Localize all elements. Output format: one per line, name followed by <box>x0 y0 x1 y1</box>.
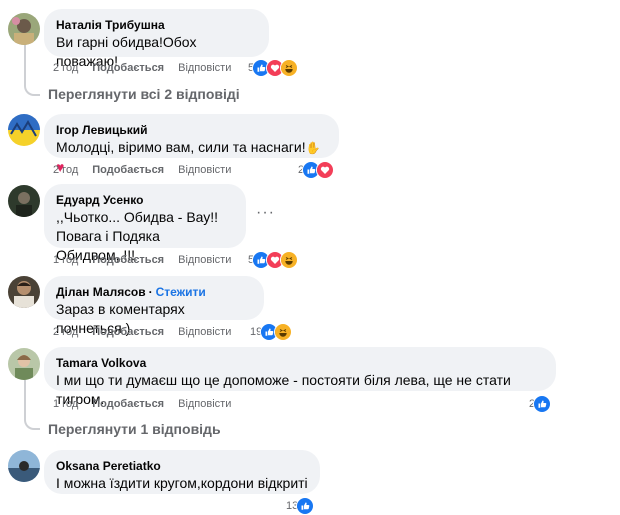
reactions[interactable]: 5 <box>248 251 299 269</box>
love-reaction-icon <box>316 161 335 179</box>
comment-bubble: Ділан Малясов · Стежити Зараз в коментарях… <box>44 276 264 336</box>
comment-actions: 2 год Подобається Відповісти <box>53 60 245 76</box>
reply-button[interactable]: Відповісти <box>178 62 231 74</box>
avatar[interactable] <box>8 276 40 308</box>
reply-button[interactable]: Відповісти <box>178 398 231 410</box>
comment-bubble: Ігор Левицький Молодці, віримо вам, сили… <box>44 114 339 175</box>
comment-text: І можна їздити кругом,кордони відкриті <box>56 475 308 491</box>
comment-actions: 1 год Подобається Відповісти <box>53 396 245 412</box>
view-replies-link[interactable]: Переглянути 1 відповідь <box>48 421 221 437</box>
reactions[interactable]: 5 <box>248 59 299 77</box>
comment-actions: 2 год Подобається Відповісти <box>53 324 245 340</box>
comment-bubble: Наталія Трибушна Ви гарні обидва!Обох по… <box>44 9 269 69</box>
view-replies-link[interactable]: Переглянути всі 2 відповіді <box>48 86 240 102</box>
comment-author[interactable]: Наталія Трибушна <box>56 17 257 33</box>
comment-author[interactable]: Едуард Усенко <box>56 192 234 208</box>
reply-button[interactable]: Відповісти <box>178 254 231 266</box>
reply-branch <box>24 78 40 96</box>
avatar[interactable] <box>8 348 40 380</box>
reactions[interactable]: 2 <box>529 395 552 413</box>
like-button[interactable]: Подобається <box>92 254 164 266</box>
like-reaction-icon <box>533 395 552 413</box>
like-button[interactable]: Подобається <box>92 326 164 338</box>
comment-bubble: Едуард Усенко ,,Чьотко... Обидва - Вау!!… <box>44 184 246 263</box>
like-button[interactable]: Подобається <box>92 62 164 74</box>
comment-bubble: Tamara Volkova І ми що ти думаєш що це д… <box>44 347 556 407</box>
comment-time[interactable]: 2 год <box>53 164 78 176</box>
comment-time[interactable]: 2 год <box>53 326 78 338</box>
reply-branch <box>24 410 40 430</box>
reactions[interactable]: 2 <box>298 161 335 179</box>
comment-bubble: Oksana Peretiatko І можна їздити кругом,… <box>44 450 320 494</box>
haha-reaction-icon <box>280 59 299 77</box>
comment-actions: 1 год Подобається Відповісти <box>53 252 245 268</box>
comment-time[interactable]: 1 год <box>53 254 78 266</box>
thread-line <box>24 40 26 82</box>
comment-text-content: Молодці, віримо вам, сили та наснаги! <box>56 139 306 155</box>
comment-author[interactable]: Oksana Peretiatko <box>56 458 308 474</box>
like-button[interactable]: Подобається <box>92 164 164 176</box>
haha-reaction-icon <box>274 323 293 341</box>
separator-dot: · <box>148 285 153 299</box>
reactions[interactable]: 19 <box>250 323 293 341</box>
avatar[interactable] <box>8 114 40 146</box>
reactions[interactable]: 13 <box>286 497 315 515</box>
like-reaction-icon <box>296 497 315 515</box>
avatar[interactable] <box>8 185 40 217</box>
more-options-button[interactable]: ··· <box>256 204 275 222</box>
reply-button[interactable]: Відповісти <box>178 164 231 176</box>
haha-reaction-icon <box>280 251 299 269</box>
praying-hands-emoji-icon: ✋ <box>305 141 321 155</box>
avatar[interactable] <box>8 450 40 482</box>
comment-author: Ділан Малясов · Стежити <box>56 284 252 300</box>
reply-button[interactable]: Відповісти <box>178 326 231 338</box>
like-button[interactable]: Подобається <box>92 398 164 410</box>
comment-time[interactable]: 2 год <box>53 62 78 74</box>
avatar[interactable] <box>8 13 40 45</box>
follow-button[interactable]: Стежити <box>156 284 206 300</box>
comment-author[interactable]: Tamara Volkova <box>56 355 544 371</box>
comment-author-name[interactable]: Ділан Малясов <box>56 284 146 300</box>
comment-time[interactable]: 1 год <box>53 398 78 410</box>
comment-actions: 2 год Подобається Відповісти <box>53 162 245 178</box>
comment-author[interactable]: Ігор Левицький <box>56 122 327 138</box>
